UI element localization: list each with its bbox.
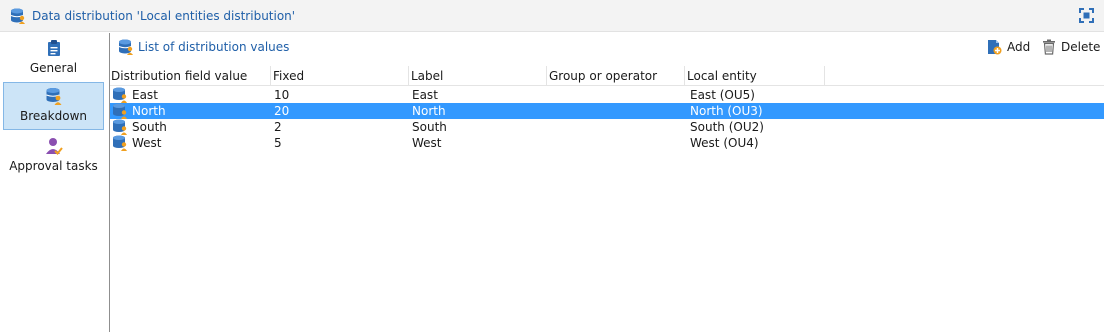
add-button[interactable]: Add (986, 39, 1030, 55)
cell-label: South (412, 120, 447, 134)
sidebar-item-label: General (29, 61, 78, 75)
column-header-group-or-operator[interactable]: Group or operator (549, 69, 657, 83)
sidebar: General Breakdown Approval tasks (0, 33, 108, 332)
cell-distribution-field-value: West (132, 136, 162, 150)
cell-fixed: 5 (274, 136, 282, 150)
cell-distribution-field-value: North (132, 104, 166, 118)
maximize-icon[interactable] (1079, 8, 1094, 23)
clipboard-icon (47, 40, 60, 56)
database-icon (118, 39, 133, 55)
list-toolbar: List of distribution values Add Delete (110, 33, 1104, 63)
sidebar-item-label: Breakdown (20, 109, 87, 123)
add-icon (988, 40, 1002, 55)
database-user-icon (113, 103, 127, 119)
list-title-label: List of distribution values (138, 40, 290, 54)
cell-distribution-field-value: South (132, 120, 167, 134)
database-user-icon (113, 119, 127, 135)
window-title-bar: Data distribution 'Local entities distri… (0, 0, 1104, 32)
column-separator[interactable] (270, 66, 271, 86)
sidebar-item-label: Approval tasks (9, 159, 98, 173)
cell-local-entity: South (OU2) (690, 120, 764, 134)
cell-label: East (412, 88, 438, 102)
table-row[interactable]: North 20 North North (OU3) (110, 103, 1104, 119)
user-check-icon (45, 138, 63, 155)
delete-button[interactable]: Delete (1042, 39, 1100, 55)
column-header-label[interactable]: Label (411, 69, 443, 83)
column-separator[interactable] (684, 66, 685, 86)
distribution-values-table: Distribution field value Fixed Label Gro… (110, 66, 1104, 332)
database-user-icon (45, 88, 61, 105)
column-separator[interactable] (546, 66, 547, 86)
table-row[interactable]: East 10 East East (OU5) (110, 87, 1104, 103)
database-user-icon (113, 135, 127, 151)
cell-local-entity: East (OU5) (690, 88, 755, 102)
column-header-distribution-field-value[interactable]: Distribution field value (111, 69, 247, 83)
list-title: List of distribution values (118, 39, 289, 55)
column-header-local-entity[interactable]: Local entity (687, 69, 757, 83)
trash-icon (1043, 39, 1055, 55)
table-header: Distribution field value Fixed Label Gro… (110, 66, 1104, 86)
database-user-icon (113, 87, 127, 103)
cell-distribution-field-value: East (132, 88, 158, 102)
main-panel: List of distribution values Add Delete D… (109, 33, 1104, 332)
window-title: Data distribution 'Local entities distri… (32, 8, 296, 23)
database-icon (10, 8, 25, 24)
column-separator[interactable] (824, 66, 825, 86)
column-header-fixed[interactable]: Fixed (273, 69, 304, 83)
sidebar-item-general[interactable]: General (3, 35, 104, 83)
table-row[interactable]: West 5 West West (OU4) (110, 135, 1104, 151)
column-separator[interactable] (408, 66, 409, 86)
sidebar-item-breakdown[interactable]: Breakdown (3, 82, 104, 130)
add-button-label: Add (1007, 40, 1031, 54)
cell-fixed: 2 (274, 120, 282, 134)
cell-label: North (412, 104, 446, 118)
table-row[interactable]: South 2 South South (OU2) (110, 119, 1104, 135)
cell-fixed: 20 (274, 104, 290, 118)
cell-local-entity: North (OU3) (690, 104, 763, 118)
cell-label: West (412, 136, 442, 150)
cell-fixed: 10 (274, 88, 290, 102)
sidebar-item-approval-tasks[interactable]: Approval tasks (3, 133, 104, 181)
delete-button-label: Delete (1061, 40, 1101, 54)
cell-local-entity: West (OU4) (690, 136, 759, 150)
